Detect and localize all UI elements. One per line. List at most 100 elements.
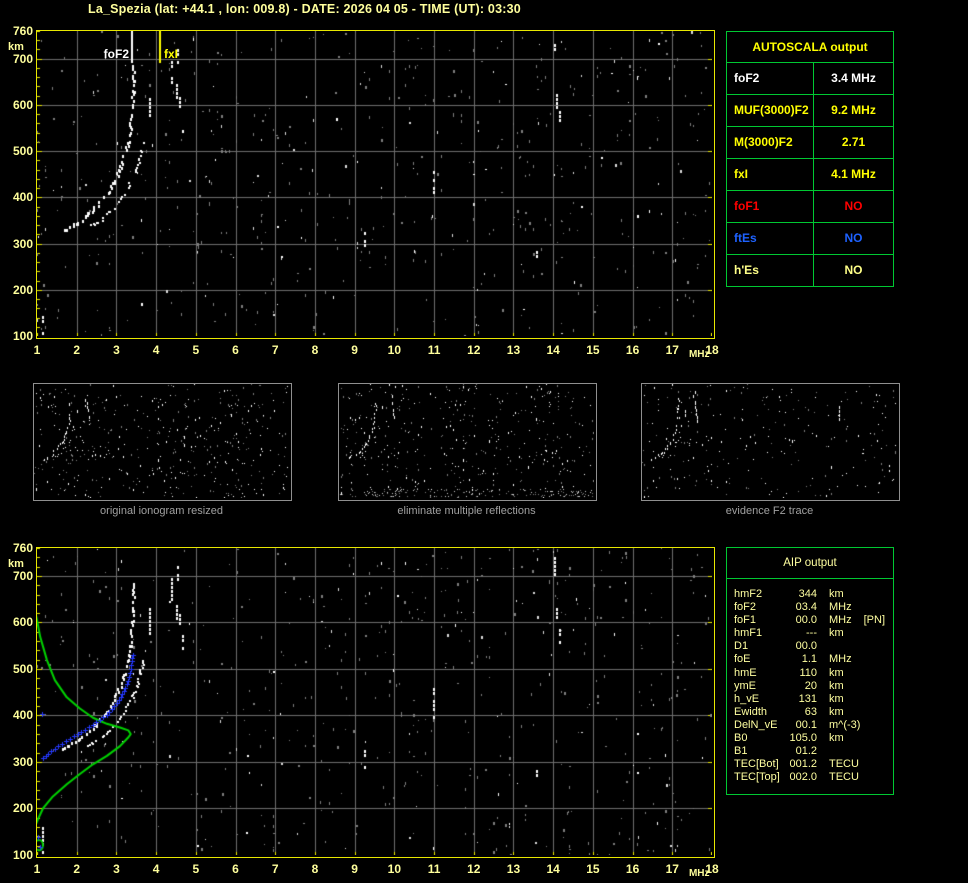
panel-evidence-f2 bbox=[641, 383, 900, 501]
aip-param-value: 03.4 bbox=[795, 601, 817, 614]
x-axis-tick-label: 4 bbox=[152, 343, 160, 357]
aip-row: hmE 110 km bbox=[734, 667, 893, 680]
panel-original-canvas bbox=[34, 384, 289, 498]
aip-row: TEC[Top] 002.0 TECU bbox=[734, 771, 893, 784]
aip-param-value: 131 bbox=[798, 692, 817, 705]
aip-param-unit: km bbox=[829, 666, 844, 679]
aip-param-label: foE bbox=[734, 653, 751, 666]
autoscala-row: fxI 4.1 MHz bbox=[727, 158, 893, 190]
aip-param-note: [PN] bbox=[863, 614, 886, 627]
y-axis-tick-label: 200 bbox=[12, 801, 33, 816]
autoscala-param-value: 9.2 MHz bbox=[813, 95, 893, 126]
aip-row: foF1 00.0 MHz [PN] bbox=[734, 614, 893, 627]
aip-param-unit: km bbox=[829, 627, 844, 640]
aip-row: h_vE 131 km bbox=[734, 693, 893, 706]
aip-param-label: h_vE bbox=[734, 692, 760, 705]
autoscala-row: M(3000)F2 2.71 bbox=[727, 126, 893, 158]
autoscala-param-label: foF1 bbox=[734, 199, 760, 213]
autoscala-output-table: AUTOSCALA output foF2 3.4 MHz MUF(3000)F2 9… bbox=[726, 31, 894, 287]
aip-row: foF2 03.4 MHz bbox=[734, 601, 893, 614]
x-axis-tick-label: 10 bbox=[387, 862, 402, 876]
x-axis-tick-label: 11 bbox=[427, 343, 441, 357]
y-axis-tick-label: 760 bbox=[12, 541, 33, 555]
x-axis-tick-label: 2 bbox=[73, 343, 81, 357]
aip-param-unit: km bbox=[829, 588, 844, 600]
x-axis-tick-label: 13 bbox=[506, 862, 521, 876]
aip-param-value: 105.0 bbox=[789, 732, 817, 745]
y-axis-tick-label: 100 bbox=[12, 848, 33, 862]
autoscala-param-label: fxI bbox=[734, 167, 749, 181]
x-axis-tick-label: 12 bbox=[467, 862, 481, 876]
aip-param-value: 1.1 bbox=[801, 653, 817, 666]
x-axis-tick-label: 10 bbox=[387, 343, 402, 357]
autoscala-param-label: MUF(3000)F2 bbox=[734, 103, 809, 117]
aip-param-value: 110 bbox=[799, 666, 817, 679]
top-ionogram-chart: foF2 fxI bbox=[36, 30, 715, 339]
x-axis-tick-label: 1 bbox=[33, 862, 41, 876]
x-axis-tick-label: 17 bbox=[665, 343, 679, 357]
x-axis-tick-label: 16 bbox=[625, 862, 640, 876]
aip-param-value: 01.2 bbox=[795, 745, 817, 758]
x-axis-tick-label: 9 bbox=[351, 862, 358, 876]
aip-param-unit: MHz bbox=[829, 601, 852, 614]
autoscala-param-value: NO bbox=[813, 191, 893, 222]
panel-caption-eliminate: eliminate multiple reflections bbox=[397, 505, 536, 517]
x-axis-tick-label: 3 bbox=[113, 862, 120, 876]
aip-param-label: B0 bbox=[734, 732, 748, 745]
aip-param-label: TEC[Top] bbox=[734, 771, 780, 784]
aip-param-label: foF2 bbox=[734, 601, 757, 614]
aip-row: B0 105.0 km bbox=[734, 732, 893, 745]
x-axis-tick-label: 2 bbox=[73, 862, 81, 876]
aip-param-value: --- bbox=[806, 627, 817, 640]
x-axis-tick-label: 14 bbox=[546, 862, 560, 876]
y-axis-tick-label: 600 bbox=[12, 97, 33, 112]
aip-row: hmF2 344 km bbox=[734, 588, 893, 601]
aip-output-table: AIP output hmF2 344 km foF2 03.4 MHz foF1 00.0 M… bbox=[726, 547, 894, 795]
aip-param-label: hmF1 bbox=[734, 627, 763, 640]
y-axis-tick-label: 760 bbox=[12, 24, 33, 38]
autoscala-param-label: foF2 bbox=[734, 71, 760, 85]
y-axis-unit-label: km bbox=[8, 558, 24, 570]
autoscala-row: h'Es NO bbox=[727, 254, 893, 286]
autoscala-param-label: h'Es bbox=[734, 263, 759, 277]
panel-eliminate-canvas bbox=[339, 384, 594, 498]
autoscala-rows: foF2 3.4 MHz MUF(3000)F2 9.2 MHz M(3000)F2 2.… bbox=[727, 62, 893, 286]
y-axis-tick-label: 700 bbox=[12, 51, 33, 66]
x-axis-tick-label: 6 bbox=[232, 862, 239, 876]
panel-caption-original: original ionogram resized bbox=[100, 505, 223, 517]
aip-row: ymE 20 km bbox=[734, 680, 893, 693]
aip-row: D1 00.0 bbox=[734, 640, 893, 653]
aip-row: hmF1 --- km bbox=[734, 627, 893, 640]
aip-row: TEC[Bot] 001.2 TECU bbox=[734, 758, 893, 771]
x-axis-tick-label: 8 bbox=[311, 862, 319, 876]
aip-param-label: DelN_vE bbox=[734, 718, 778, 731]
aip-param-value: 002.0 bbox=[789, 771, 817, 784]
aip-param-unit: TECU bbox=[829, 771, 859, 784]
aip-param-unit: MHz bbox=[829, 614, 852, 627]
x-axis-tick-label: 4 bbox=[152, 862, 160, 876]
x-axis-tick-label: 6 bbox=[232, 343, 239, 357]
aip-param-label: foF1 bbox=[734, 614, 757, 627]
aip-param-value: 00.0 bbox=[795, 614, 817, 627]
y-axis-unit-label: km bbox=[8, 41, 24, 53]
aip-param-label: B1 bbox=[734, 745, 748, 758]
x-axis-tick-label: 5 bbox=[192, 343, 200, 357]
bottom-ionogram-canvas bbox=[37, 548, 712, 855]
x-axis-tick-label: 11 bbox=[427, 862, 441, 876]
x-axis-tick-label: 15 bbox=[586, 862, 600, 876]
aip-param-unit: km bbox=[829, 692, 844, 705]
aip-param-unit: MHz bbox=[829, 653, 852, 666]
panel-original-ionogram bbox=[33, 383, 292, 501]
y-axis-tick-label: 500 bbox=[12, 144, 33, 159]
y-axis-tick-label: 400 bbox=[12, 708, 33, 723]
panel-evidence-canvas bbox=[642, 384, 897, 498]
y-axis-tick-label: 600 bbox=[12, 615, 33, 630]
autoscala-param-value: 4.1 MHz bbox=[813, 159, 893, 190]
autoscala-table-title: AUTOSCALA output bbox=[752, 40, 868, 54]
station-title: La_Spezia (lat: +44.1 , lon: 009.8) - DA… bbox=[88, 2, 521, 16]
aip-param-unit: km bbox=[829, 679, 844, 692]
x-axis-tick-label: 9 bbox=[351, 343, 358, 357]
x-axis-tick-label: 7 bbox=[271, 343, 279, 357]
aip-param-label: TEC[Bot] bbox=[734, 758, 779, 771]
aip-row: DelN_vE 00.1 m^(-3) bbox=[734, 719, 893, 732]
